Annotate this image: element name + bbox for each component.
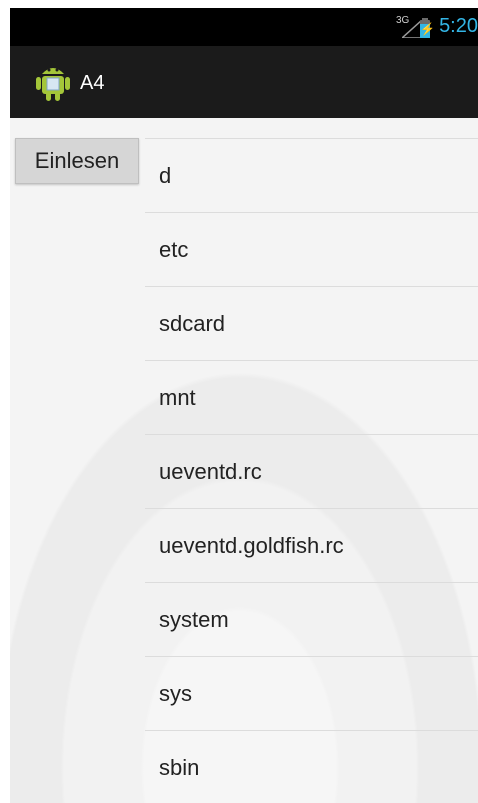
network-type: 3G xyxy=(396,15,410,26)
signal-icon: 3G xyxy=(396,15,423,39)
file-name: ueventd.rc xyxy=(159,459,262,484)
list-item[interactable]: sbin xyxy=(145,730,478,803)
list-item[interactable]: ueventd.rc xyxy=(145,434,478,508)
clock: 5:20 xyxy=(439,15,478,37)
main-content: Einlesen d etc sdcard mnt ueventd.rc uev… xyxy=(10,118,478,803)
status-bar: 3G ⚡ 5:20 xyxy=(10,8,478,46)
android-icon[interactable] xyxy=(34,60,72,102)
file-name: mnt xyxy=(159,385,196,410)
read-button[interactable]: Einlesen xyxy=(15,138,139,184)
battery-icon: ⚡ xyxy=(420,18,435,38)
app-title: A4 xyxy=(80,72,105,94)
list-item[interactable]: d xyxy=(145,138,478,212)
list-item[interactable]: mnt xyxy=(145,360,478,434)
file-name: d xyxy=(159,163,172,188)
list-item[interactable]: sdcard xyxy=(145,286,478,360)
file-name: ueventd.goldfish.rc xyxy=(159,533,344,558)
file-name: system xyxy=(159,607,229,632)
list-item[interactable]: ueventd.goldfish.rc xyxy=(145,508,478,582)
file-name: etc xyxy=(159,237,189,262)
file-name: sys xyxy=(159,681,192,706)
action-bar: A4 xyxy=(10,46,478,118)
file-name: sbin xyxy=(159,755,200,780)
list-item[interactable]: etc xyxy=(145,212,478,286)
list-item[interactable]: system xyxy=(145,582,478,656)
file-name: sdcard xyxy=(159,311,226,336)
file-list: d etc sdcard mnt ueventd.rc ueventd.gold… xyxy=(145,138,478,803)
list-item[interactable]: sys xyxy=(145,656,478,730)
